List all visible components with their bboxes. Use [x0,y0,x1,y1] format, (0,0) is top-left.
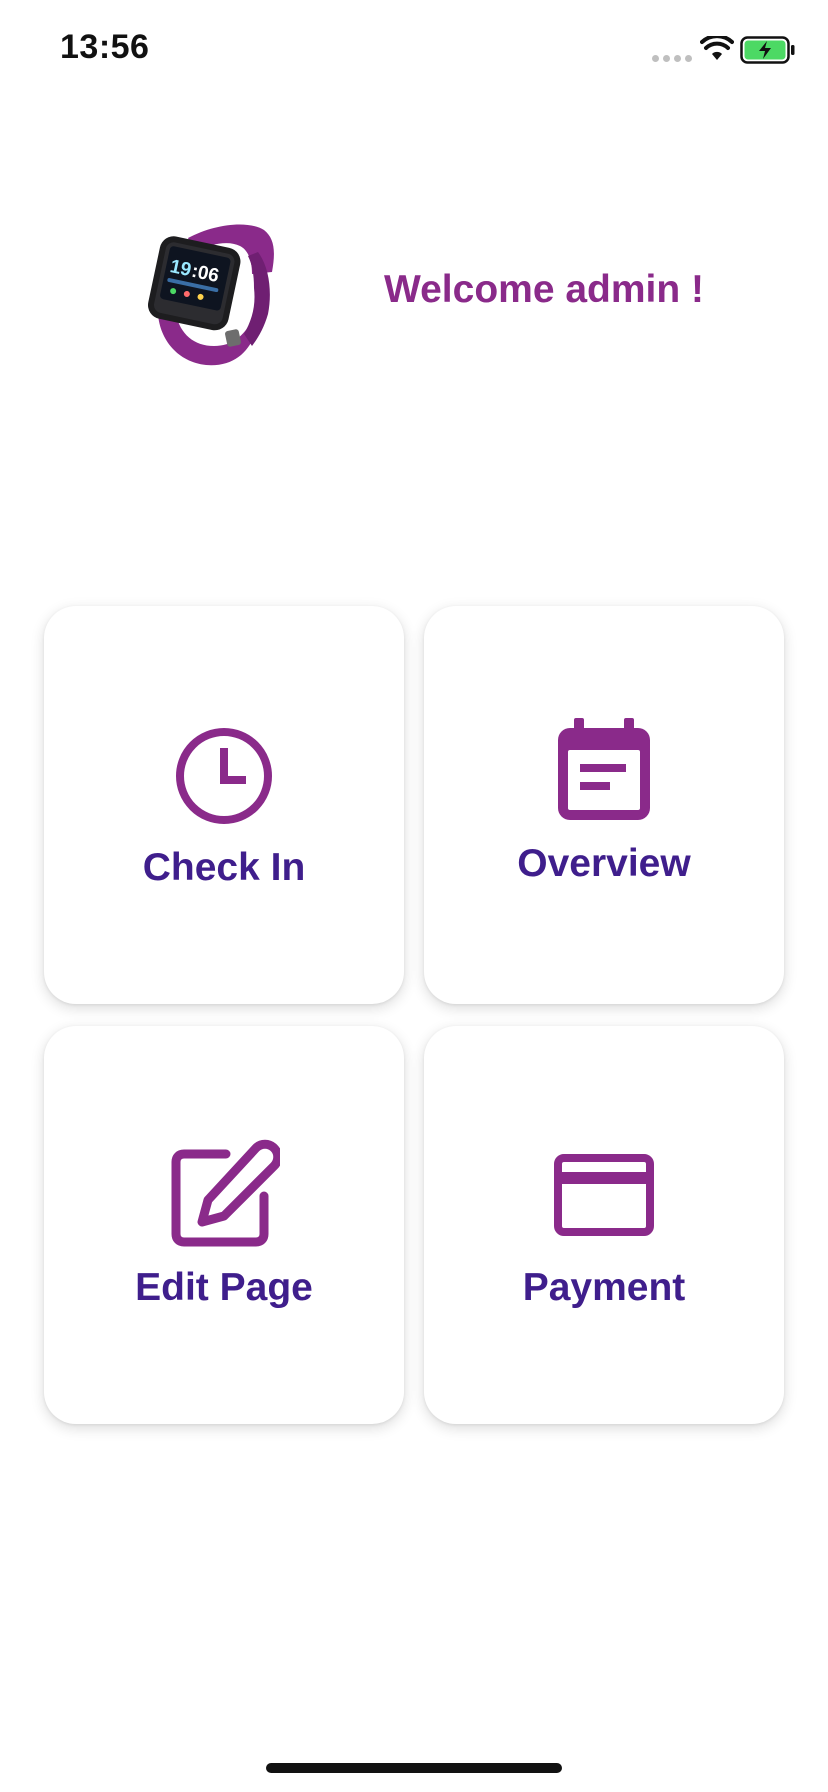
clock-icon [176,728,272,824]
welcome-text: Welcome admin ! [384,268,705,311]
svg-text:19: 19 [168,256,193,281]
wifi-icon [700,36,734,60]
check-in-label: Check In [142,846,306,889]
battery-charging-icon [740,36,795,64]
cellular-signal-dots-icon [652,54,692,62]
credit-card-icon [554,1154,654,1236]
payment-label: Payment [522,1266,686,1309]
overview-tile[interactable]: Overview [424,606,784,1004]
status-bar: 13:56 [0,0,828,100]
edit-page-label: Edit Page [135,1266,313,1309]
status-time: 13:56 [60,28,150,66]
calendar-icon [558,718,650,820]
edit-icon [171,1139,280,1247]
payment-tile[interactable]: Payment [424,1026,784,1424]
check-in-tile[interactable]: Check In [44,606,404,1004]
overview-label: Overview [517,842,691,885]
home-indicator[interactable] [266,1763,562,1773]
smartwatch-image: 19 :06 [148,224,274,366]
edit-page-tile[interactable]: Edit Page [44,1026,404,1424]
